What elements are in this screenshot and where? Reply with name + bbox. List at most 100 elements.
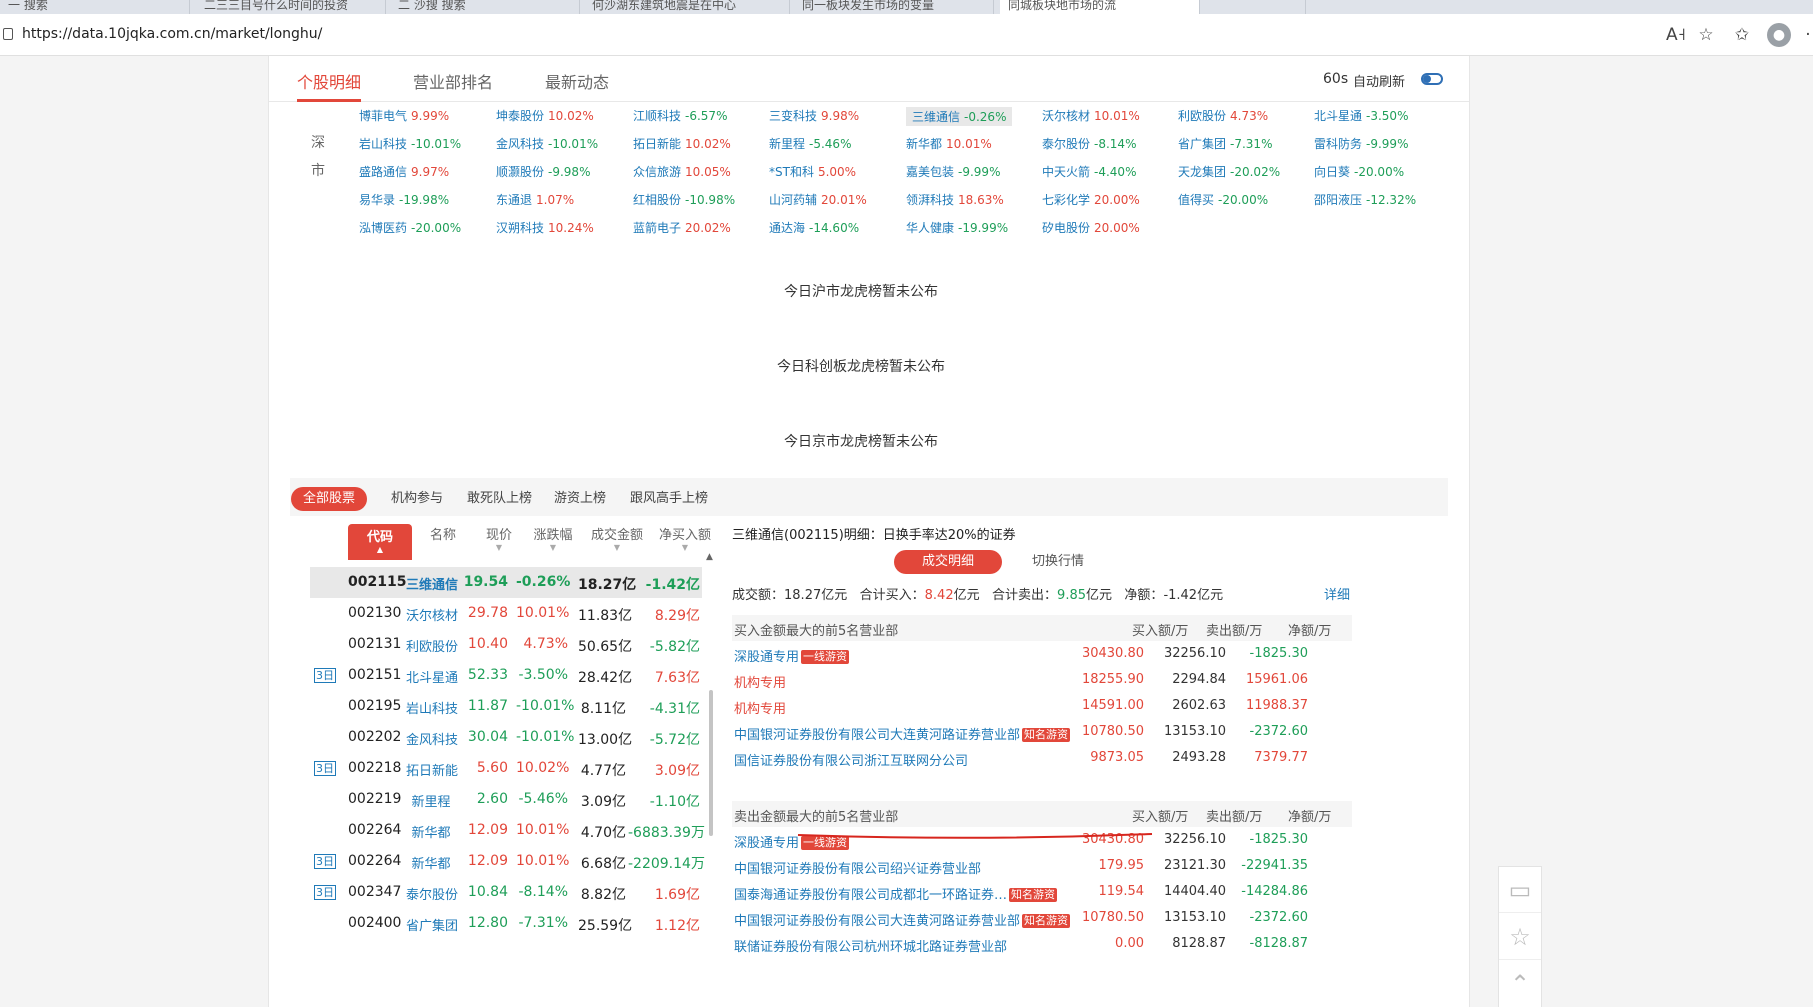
sz-stock-item[interactable]: 红相股份 -10.98% [633,191,735,208]
stock-row[interactable]: 3日 002264 新华都 12.09 10.01% 6.68亿 -2209.14万 [310,846,705,877]
sz-stock-item[interactable]: 雷科防务 -9.99% [1314,135,1408,152]
browser-tab[interactable] [1206,0,1306,14]
switch-quote-button[interactable]: 切换行情 [1004,550,1112,574]
sz-stock-item[interactable]: 三维通信 -0.26% [906,107,1013,126]
browser-tab[interactable]: 同城板块地市场的流 [1000,0,1200,14]
stock-row[interactable]: 002400 省广集团 12.80 -7.31% 25.59亿 1.12亿 [310,908,702,939]
sz-stock-item[interactable]: 金风科技 -10.01% [496,135,598,152]
col-change-header[interactable]: 涨跌幅 ▼ [524,524,582,553]
sz-stock-item[interactable]: 博菲电气 9.99% [359,107,449,124]
broker-name[interactable]: 国信证券股份有限公司浙江互联网分公司 [734,750,968,769]
sz-stock-item[interactable]: 向日葵 -20.00% [1314,163,1404,180]
sz-stock-item[interactable]: 华人健康 -19.99% [906,219,1008,236]
col-code-header[interactable]: 代码 ▲ [348,524,412,560]
filter-all-stocks[interactable]: 全部股票 [291,487,368,511]
stock-row[interactable]: 002264 新华都 12.09 10.01% 4.70亿 -6883.39万 [310,815,705,846]
browser-tab[interactable]: 二 沙搜 搜索 [390,0,580,14]
stock-name[interactable]: 利欧股份 [406,636,458,655]
col-price-header[interactable]: 现价 ▼ [474,524,524,553]
col-net-header[interactable]: 净买入额 ▼ [652,524,718,553]
sz-stock-item[interactable]: 通达海 -14.60% [769,219,859,236]
browser-tab[interactable]: 二三三目号什么时间的投资 [196,0,386,14]
broker-name[interactable]: 联储证券股份有限公司杭州环城北路证券营业部 [734,936,1007,955]
stock-row[interactable]: 002202 金风科技 30.04 -10.01% 13.00亿 -5.72亿 [310,722,702,753]
star-icon[interactable]: ☆ [1499,914,1541,960]
tab-branch-ranking[interactable]: 营业部排名 [413,69,493,93]
stock-name[interactable]: 岩山科技 [406,698,458,717]
col-amount-header[interactable]: 成交金额 ▼ [584,524,650,553]
sz-stock-item[interactable]: 坤泰股份 10.02% [496,107,594,124]
broker-name[interactable]: 中国银河证券股份有限公司大连黄河路证券营业部 知名游资 [734,910,1071,929]
stock-row[interactable]: 3日 002151 北斗星通 52.33 -3.50% 28.42亿 7.63亿 [310,660,702,691]
sz-stock-item[interactable]: 三变科技 9.98% [769,107,859,124]
broker-name[interactable]: 深股通专用 一线游资 [734,646,850,665]
stock-name[interactable]: 沃尔核材 [406,605,458,624]
stock-row[interactable]: 3日 002347 泰尔股份 10.84 -8.14% 8.82亿 1.69亿 [310,877,702,908]
sz-stock-item[interactable]: 嘉美包装 -9.99% [906,163,1000,180]
stock-row[interactable]: 002115 三维通信 19.54 -0.26% 18.27亿 -1.42亿 [310,567,702,598]
sz-stock-item[interactable]: 岩山科技 -10.01% [359,135,461,152]
sz-stock-item[interactable]: 新里程 -5.46% [769,135,851,152]
stock-name[interactable]: 拓日新能 [406,760,458,779]
stock-name[interactable]: 金风科技 [406,729,458,748]
scroll-thumb[interactable] [709,690,713,836]
broker-name[interactable]: 中国银河证券股份有限公司大连黄河路证券营业部 知名游资 [734,724,1071,743]
deals-button[interactable]: 成交明细 [894,550,1003,574]
sz-stock-item[interactable]: *ST和科 5.00% [769,163,856,180]
sz-stock-item[interactable]: 东通退 1.07% [496,191,574,208]
stock-name[interactable]: 新华都 [406,822,456,841]
sz-stock-item[interactable]: 易华录 -19.98% [359,191,449,208]
sz-stock-item[interactable]: 省广集团 -7.31% [1178,135,1272,152]
stock-name[interactable]: 新里程 [406,791,456,810]
browser-tab[interactable]: 一 搜索 [0,0,190,14]
sz-stock-item[interactable]: 拓日新能 10.02% [633,135,731,152]
detail-link[interactable]: 详细 [1324,584,1350,603]
broker-name[interactable]: 中国银河证券股份有限公司绍兴证券营业部 [734,858,981,877]
filter-institution[interactable]: 机构参与 [379,487,455,511]
broker-name[interactable]: 机构专用 [734,672,786,691]
sz-stock-item[interactable]: 顺灏股份 -9.98% [496,163,590,180]
filter-hot-money[interactable]: 游资上榜 [542,487,618,511]
stock-name[interactable]: 北斗星通 [406,667,458,686]
list-scrollbar[interactable]: ▲ [706,552,714,1007]
sz-stock-item[interactable]: 领湃科技 18.63% [906,191,1004,208]
stock-row[interactable]: 002219 新里程 2.60 -5.46% 3.09亿 -1.10亿 [310,784,702,815]
stock-name[interactable]: 泰尔股份 [406,884,458,903]
back-to-top-icon[interactable]: ⌃ [1499,961,1541,1007]
sz-stock-item[interactable]: 新华都 10.01% [906,135,992,152]
sz-stock-item[interactable]: 中天火箭 -4.40% [1042,163,1136,180]
more-icon[interactable]: · [1796,23,1813,47]
filter-dare-to-die[interactable]: 敢死队上榜 [455,487,544,511]
stock-row[interactable]: 002195 岩山科技 11.87 -10.01% 8.11亿 -4.31亿 [310,691,702,722]
scroll-up-icon[interactable]: ▲ [706,552,713,562]
sz-stock-item[interactable]: 七彩化学 20.00% [1042,191,1140,208]
feedback-icon[interactable]: ▭ [1499,867,1541,913]
broker-name[interactable]: 机构专用 [734,698,786,717]
favorite-icon[interactable]: ☆ [1694,23,1718,47]
sz-stock-item[interactable]: 汉朔科技 10.24% [496,219,594,236]
sz-stock-item[interactable]: 矽电股份 20.00% [1042,219,1140,236]
stock-row[interactable]: 002130 沃尔核材 29.78 10.01% 11.83亿 8.29亿 [310,598,702,629]
sz-stock-item[interactable]: 利欧股份 4.73% [1178,107,1268,124]
stock-row[interactable]: 3日 002218 拓日新能 5.60 10.02% 4.77亿 3.09亿 [310,753,702,784]
sz-stock-item[interactable]: 值得买 -20.00% [1178,191,1268,208]
broker-name[interactable]: 国泰海通证券股份有限公司成都北一环路证券… 知名游资 [734,884,1058,903]
browser-tab[interactable]: 同一板块发生市场的变量 [794,0,994,14]
browser-tab[interactable]: 何沙湖东建筑地震是在中心 [584,0,790,14]
sz-stock-item[interactable]: 盛路通信 9.97% [359,163,449,180]
filter-follower[interactable]: 跟风高手上榜 [618,487,720,511]
profile-icon[interactable]: ● [1767,23,1791,47]
stock-row[interactable]: 002131 利欧股份 10.40 4.73% 50.65亿 -5.82亿 [310,629,702,660]
sz-stock-item[interactable]: 泰尔股份 -8.14% [1042,135,1136,152]
collections-icon[interactable]: ✩ [1730,23,1754,47]
tab-latest-news[interactable]: 最新动态 [545,69,609,93]
sz-stock-item[interactable]: 江顺科技 -6.57% [633,107,727,124]
read-aloud-icon[interactable]: A˧ [1664,23,1688,47]
sz-stock-item[interactable]: 沃尔核材 10.01% [1042,107,1140,124]
stock-name[interactable]: 新华都 [406,853,456,872]
sz-stock-item[interactable]: 天龙集团 -20.02% [1178,163,1280,180]
sz-stock-item[interactable]: 北斗星通 -3.50% [1314,107,1408,124]
tab-stock-detail[interactable]: 个股明细 [297,69,361,93]
sz-stock-item[interactable]: 泓博医药 -20.00% [359,219,461,236]
stock-name[interactable]: 三维通信 [406,574,458,593]
